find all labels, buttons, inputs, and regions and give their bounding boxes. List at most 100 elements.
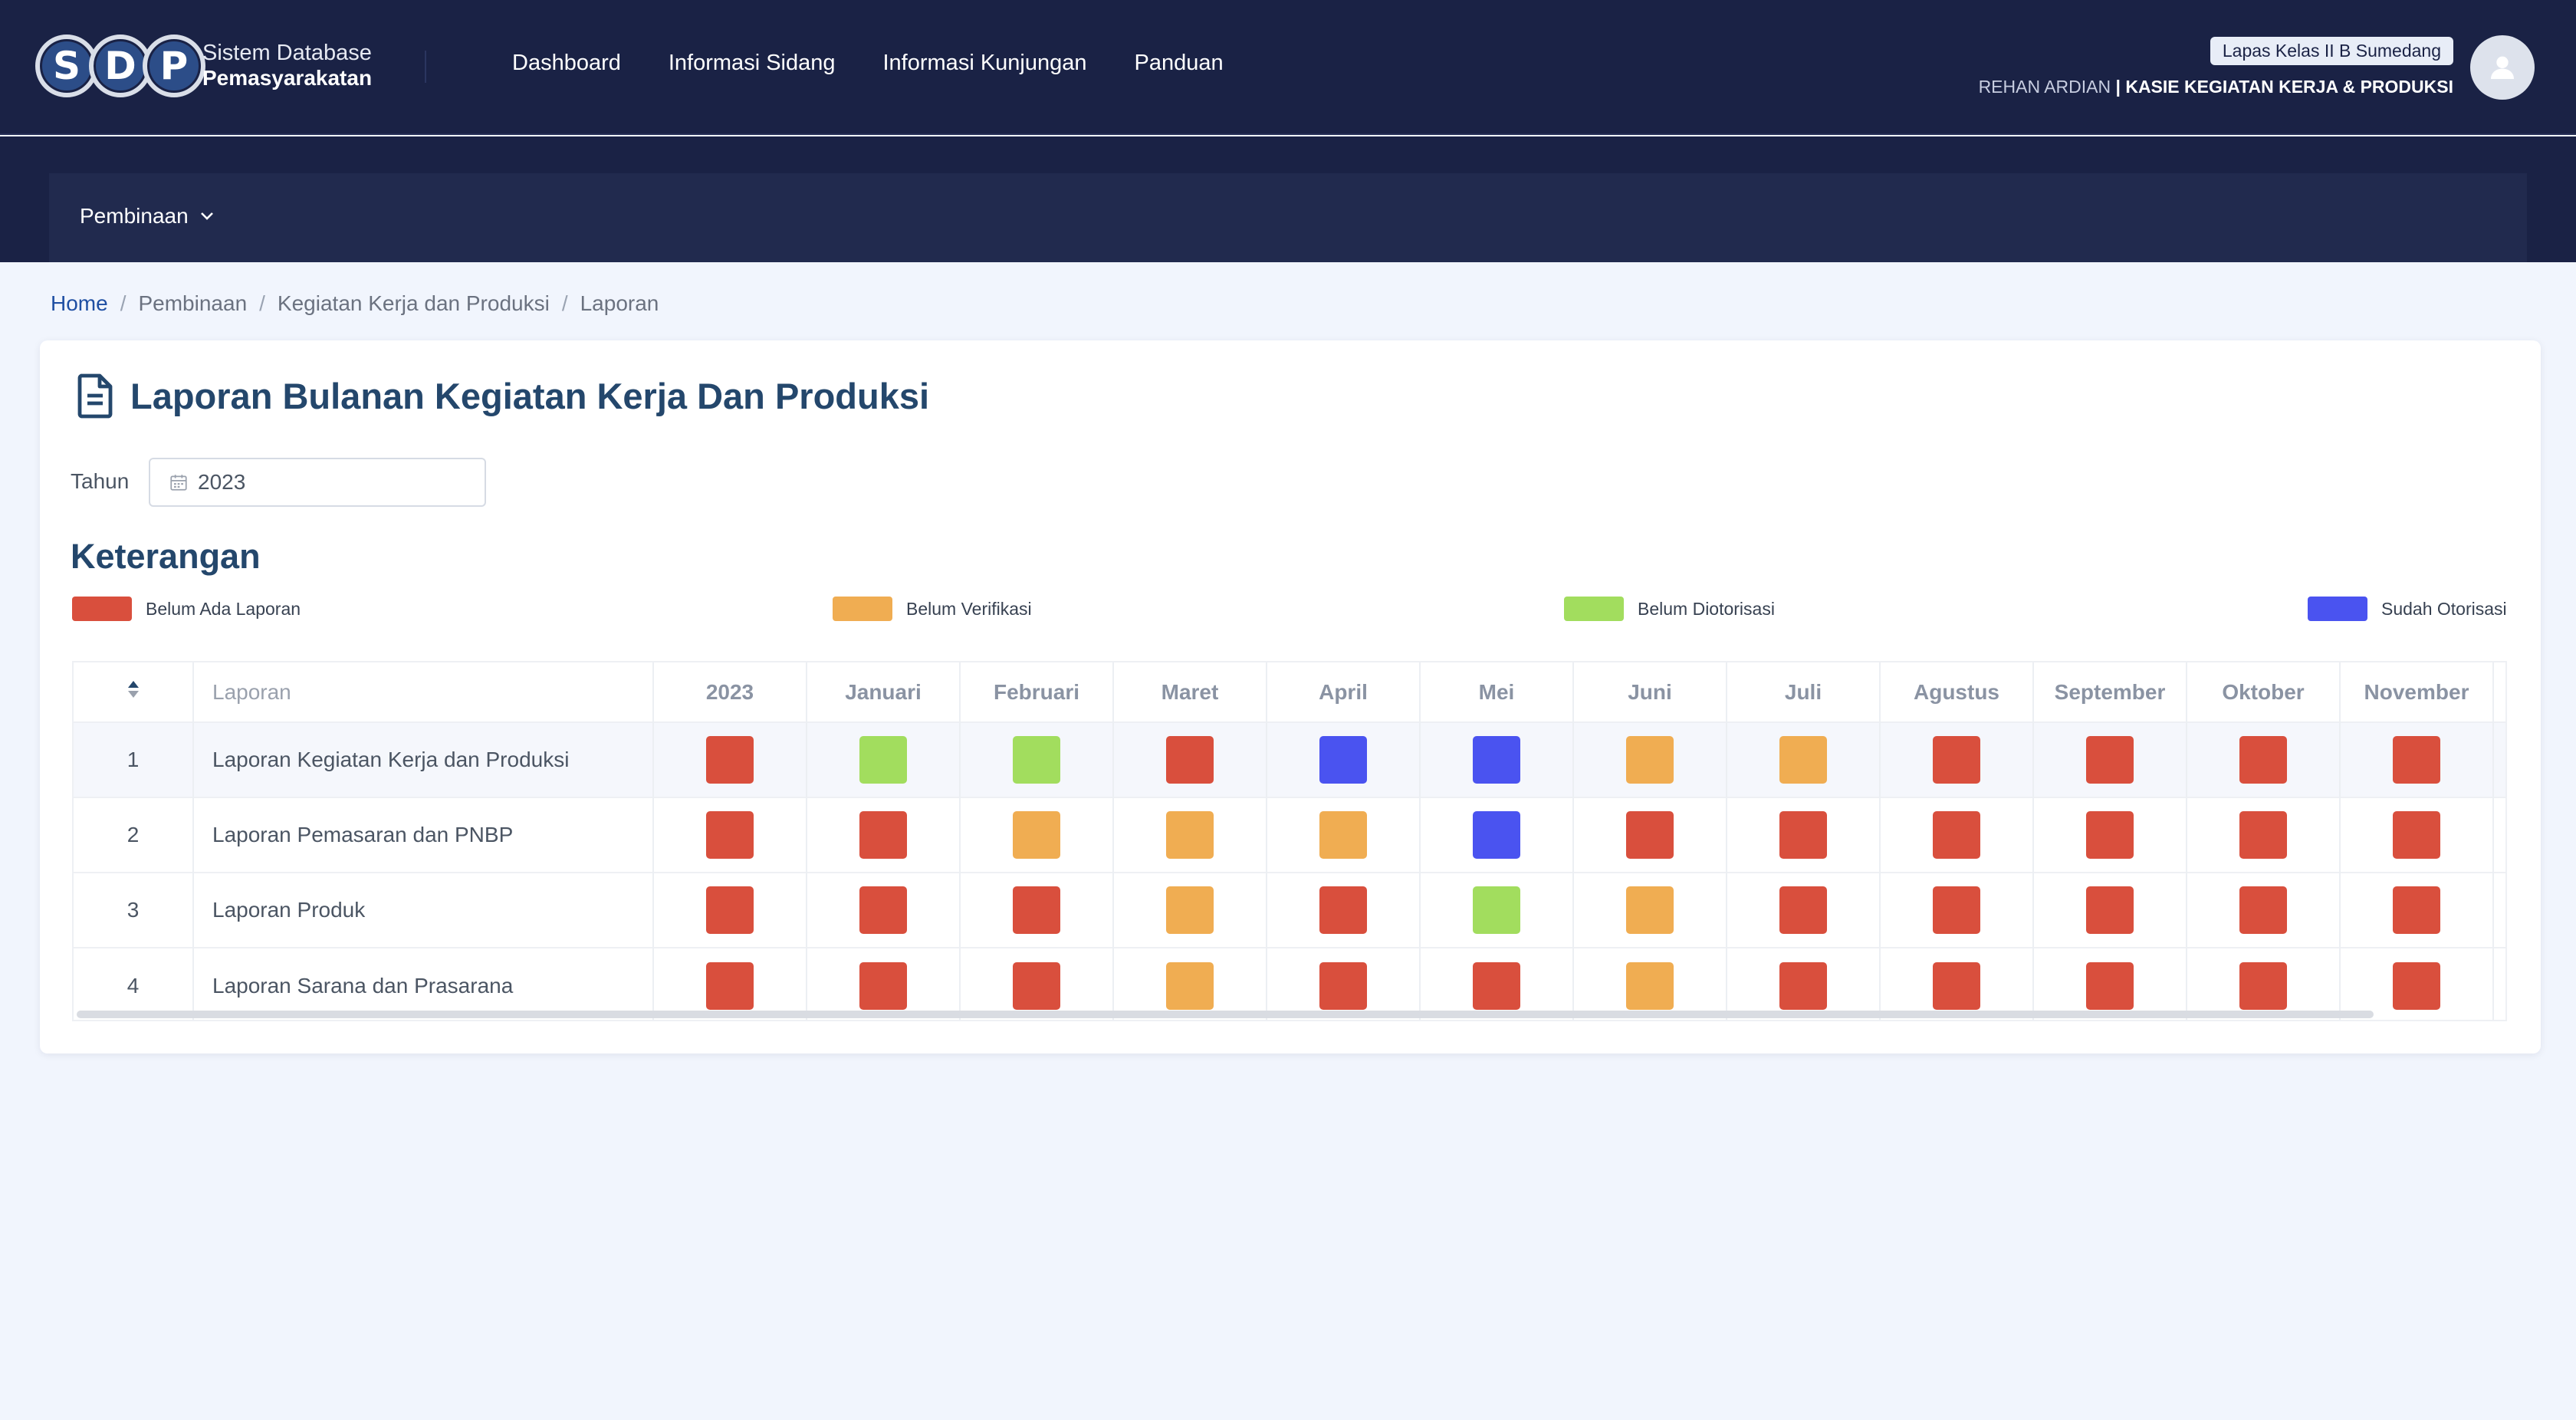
legend-label: Belum Verifikasi <box>906 598 1032 619</box>
status-indicator[interactable] <box>1166 736 1214 784</box>
status-indicator[interactable] <box>706 886 754 934</box>
user-avatar[interactable] <box>2470 35 2535 100</box>
status-indicator[interactable] <box>1626 961 1674 1010</box>
status-cell <box>1420 797 1574 873</box>
status-indicator[interactable] <box>1166 961 1214 1010</box>
status-indicator[interactable] <box>1473 736 1520 784</box>
table-row[interactable]: 1 Laporan Kegiatan Kerja dan Produksi <box>74 722 2505 797</box>
calendar-icon <box>170 475 187 491</box>
status-indicator[interactable] <box>1013 886 1060 934</box>
status-indicator[interactable] <box>1013 811 1060 859</box>
table-row[interactable]: 3 Laporan Produk <box>74 873 2505 948</box>
status-indicator[interactable] <box>706 811 754 859</box>
status-indicator[interactable] <box>2393 736 2440 784</box>
legend-label: Belum Ada Laporan <box>146 598 301 619</box>
status-indicator[interactable] <box>1319 811 1367 859</box>
column-header-2023: 2023 <box>653 662 807 722</box>
status-indicator[interactable] <box>1166 886 1214 934</box>
status-indicator[interactable] <box>1473 886 1520 934</box>
breadcrumb-kegiatan[interactable]: Kegiatan Kerja dan Produksi <box>278 291 550 316</box>
status-indicator[interactable] <box>2239 736 2287 784</box>
status-cell <box>1880 873 2034 948</box>
status-indicator[interactable] <box>706 961 754 1010</box>
status-cell <box>1113 873 1267 948</box>
status-indicator[interactable] <box>1013 961 1060 1010</box>
breadcrumb-current: Laporan <box>580 291 659 315</box>
status-indicator[interactable] <box>2239 886 2287 934</box>
status-indicator[interactable] <box>1933 886 1980 934</box>
status-indicator[interactable] <box>2086 961 2134 1010</box>
status-indicator[interactable] <box>859 886 907 934</box>
status-indicator[interactable] <box>1779 961 1827 1010</box>
status-indicator[interactable] <box>1319 961 1367 1010</box>
status-indicator[interactable] <box>1779 811 1827 859</box>
column-header-juli: Juli <box>1727 662 1881 722</box>
status-indicator[interactable] <box>1933 961 1980 1010</box>
overflow-cell <box>2493 722 2505 797</box>
user-separator: | <box>2115 77 2121 97</box>
status-indicator[interactable] <box>1013 736 1060 784</box>
breadcrumb-home[interactable]: Home <box>51 291 108 316</box>
status-indicator[interactable] <box>2086 811 2134 859</box>
legend-label: Belum Diotorisasi <box>1638 598 1775 619</box>
sdp-logo[interactable]: S D P <box>35 34 205 98</box>
nav-informasi-sidang[interactable]: Informasi Sidang <box>669 51 836 76</box>
nav-informasi-kunjungan[interactable]: Informasi Kunjungan <box>883 51 1087 76</box>
document-icon <box>77 373 113 419</box>
status-indicator[interactable] <box>2239 961 2287 1010</box>
status-indicator[interactable] <box>859 736 907 784</box>
column-header-april: April <box>1267 662 1421 722</box>
status-indicator[interactable] <box>706 736 754 784</box>
status-indicator[interactable] <box>1626 886 1674 934</box>
status-indicator[interactable] <box>1473 961 1520 1010</box>
breadcrumb-pembinaan[interactable]: Pembinaan <box>138 291 247 316</box>
column-header-januari: Januari <box>807 662 961 722</box>
status-indicator[interactable] <box>2086 886 2134 934</box>
main-nav: Dashboard Informasi Sidang Informasi Kun… <box>512 51 1224 76</box>
nav-dashboard[interactable]: Dashboard <box>512 51 621 76</box>
status-cell <box>2340 722 2494 797</box>
status-cell <box>1573 873 1727 948</box>
status-indicator[interactable] <box>2393 811 2440 859</box>
status-cell <box>807 722 961 797</box>
status-indicator[interactable] <box>1626 811 1674 859</box>
status-cell <box>807 873 961 948</box>
tahun-year-picker[interactable]: 2023 <box>149 458 486 507</box>
menu-pembinaan[interactable]: Pembinaan <box>80 204 215 228</box>
status-indicator[interactable] <box>1473 811 1520 859</box>
status-cell <box>1113 797 1267 873</box>
status-indicator[interactable] <box>859 811 907 859</box>
status-indicator[interactable] <box>1166 811 1214 859</box>
status-indicator[interactable] <box>1626 736 1674 784</box>
status-indicator[interactable] <box>2393 886 2440 934</box>
status-indicator[interactable] <box>2086 736 2134 784</box>
legend-item-belum-verifikasi: Belum Verifikasi <box>833 597 1032 621</box>
brand-line-1: Sistem Database <box>202 41 372 65</box>
status-indicator[interactable] <box>1933 736 1980 784</box>
status-indicator[interactable] <box>1779 736 1827 784</box>
status-indicator[interactable] <box>1779 886 1827 934</box>
tahun-label: Tahun <box>71 469 130 493</box>
user-info: REHAN ARDIAN | KASIE KEGIATAN KERJA & PR… <box>1979 77 2453 97</box>
status-indicator[interactable] <box>2393 961 2440 1010</box>
status-indicator[interactable] <box>2239 811 2287 859</box>
horizontal-scrollbar[interactable] <box>77 1011 2374 1018</box>
status-indicator[interactable] <box>1319 886 1367 934</box>
status-cell <box>1267 722 1421 797</box>
sort-column-header[interactable] <box>74 662 194 722</box>
legend-swatch <box>72 597 132 621</box>
status-indicator[interactable] <box>859 961 907 1010</box>
table-body: 1 Laporan Kegiatan Kerja dan Produksi 2 Lap… <box>74 722 2505 1020</box>
table-row[interactable]: 2 Laporan Pemasaran dan PNBP <box>74 797 2505 873</box>
breadcrumb: Home / Pembinaan / Kegiatan Kerja dan Pr… <box>51 291 659 316</box>
header-divider <box>425 51 426 83</box>
column-header-september: September <box>2033 662 2187 722</box>
status-cell <box>1573 797 1727 873</box>
nav-panduan[interactable]: Panduan <box>1135 51 1224 76</box>
status-indicator[interactable] <box>1319 736 1367 784</box>
top-header: S D P Sistem Database Pemasyarakatan Das… <box>0 0 2576 135</box>
legend-swatch <box>833 597 892 621</box>
sub-header: Pembinaan <box>0 136 2576 262</box>
status-cell <box>2187 722 2341 797</box>
status-indicator[interactable] <box>1933 811 1980 859</box>
